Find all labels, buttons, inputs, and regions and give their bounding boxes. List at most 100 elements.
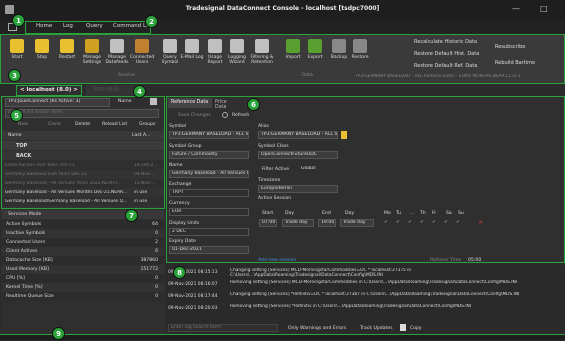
table-row[interactable]: Germany Baseload EUA Years Dec-21 04-Nov-…: [2, 170, 164, 179]
expiry-field[interactable]: 01-Dec-2021: [169, 246, 249, 254]
day-checkbox[interactable]: ✓: [408, 220, 412, 225]
stats-value: 6: [155, 249, 158, 254]
resubscribe-button[interactable]: Resubscribe: [495, 44, 525, 50]
refresh-button[interactable]: Refresh: [232, 113, 249, 118]
log-search-input[interactable]: Enter log search term: [168, 324, 278, 332]
import-button[interactable]: Import: [281, 39, 305, 60]
name-label: Name: [169, 163, 183, 168]
rollover-field[interactable]: 05:00: [468, 258, 481, 263]
currency-select[interactable]: EUR: [169, 208, 249, 216]
recalc-button[interactable]: Recalculate Historic Data: [414, 39, 477, 45]
timezone-select[interactable]: Europe/Berlin: [258, 185, 338, 193]
day-checkbox[interactable]: ✓: [456, 220, 460, 225]
wizard-icon: [230, 39, 244, 53]
day-checkbox[interactable]: ✓: [384, 220, 388, 225]
units-select[interactable]: 2 DEC: [169, 228, 249, 236]
delete-button[interactable]: Delete: [75, 122, 90, 127]
table-row[interactable]: Germany Baseload/Germany Baseload - All …: [2, 197, 164, 206]
export-icon: [308, 39, 322, 53]
clone-button[interactable]: Clone: [48, 122, 61, 127]
gears-button[interactable]: Manage Settings: [80, 39, 104, 65]
restart-button[interactable]: Restart: [55, 39, 79, 60]
session-cell[interactable]: 07:00: [259, 219, 277, 227]
stop-button[interactable]: Stop: [30, 39, 54, 60]
track-updates-checkbox[interactable]: Track Updates: [360, 326, 393, 331]
title-bar: Tradesignal DataConnect Console - localh…: [0, 0, 565, 20]
symbol-label: Symbol: [169, 124, 187, 129]
gears-icon: [85, 39, 99, 53]
start-button[interactable]: Start: [5, 39, 29, 60]
group-back[interactable]: BACK: [2, 151, 164, 160]
symbol-field[interactable]: TP3:GERMANY BASELOAD - ALL VER: [169, 131, 249, 139]
source-select[interactable]: TP3:JouleConnect [Ks Active: 3]: [5, 98, 110, 107]
users-icon: [135, 39, 149, 53]
filter-scope-select[interactable]: Global: [298, 165, 338, 173]
table-row[interactable]: Germany Baseload - All Versues Years 202…: [2, 179, 164, 188]
day-checkbox[interactable]: ✓: [432, 220, 436, 225]
filter-active-checkbox[interactable]: Filter Active: [262, 167, 289, 172]
stats-label: Used Memory [KB]: [6, 267, 49, 272]
save-changes-button[interactable]: Save Changes: [178, 113, 211, 118]
tab-price-data[interactable]: Price Data: [212, 98, 242, 110]
symbol-search-input[interactable]: Symbol list search term: [5, 109, 159, 118]
users-button[interactable]: Connected Users: [130, 39, 154, 65]
row-last-access: in use: [134, 190, 148, 195]
session-cell[interactable]: Trade day: [282, 219, 314, 227]
stats-row: Realtime Queue Size 0: [2, 292, 164, 301]
ribbon-button-label: Manage Settings: [82, 55, 102, 65]
report-button[interactable]: Usage Report: [203, 39, 227, 65]
stats-row: Used Memory [KB] 151772: [2, 265, 164, 274]
wizard-button[interactable]: Logging Wizard: [225, 39, 249, 65]
alias-field[interactable]: TP3:GERMANY BASELOAD - ALL VER: [258, 131, 338, 139]
ribbon-button-label: Restart: [58, 55, 76, 60]
minimize-button[interactable]: —: [512, 4, 520, 13]
stats-value: 0: [155, 231, 158, 236]
col-name[interactable]: Name: [8, 133, 22, 138]
units-label: Display Units: [169, 221, 200, 226]
tab-reference-data[interactable]: Reference Data: [168, 98, 212, 108]
settings-icon[interactable]: [150, 98, 157, 105]
table-row[interactable]: EUAA Auction EUA Years Oct-21 18-Oct-2...: [2, 161, 164, 170]
copy-icon[interactable]: [400, 324, 406, 331]
restore-hist-button[interactable]: Restore Default Hist. Data: [414, 51, 479, 57]
datafeeds-button[interactable]: Manage Datafeeds: [105, 39, 129, 65]
group-back-label: BACK: [16, 153, 32, 159]
day-checkbox[interactable]: ✓: [420, 220, 424, 225]
timezone-label: Timezone: [258, 178, 281, 183]
add-session-link[interactable]: Add new session: [258, 258, 296, 263]
col-last[interactable]: Last A...: [132, 133, 150, 138]
class-field[interactable]: OpenConnectFutureUDC: [258, 151, 338, 159]
name-field[interactable]: Germany Baseload - All Versues Mor: [169, 170, 249, 178]
new-button[interactable]: New: [18, 122, 28, 127]
rebuild-bartime-button[interactable]: Rebuild Bartime: [495, 60, 535, 66]
export-button[interactable]: Export: [303, 39, 327, 60]
day-checkbox[interactable]: ✓: [396, 220, 400, 225]
stats-label: CPU [%]: [6, 276, 25, 281]
search-button[interactable]: Query Symbol: [158, 39, 182, 65]
group-top[interactable]: TOP: [2, 141, 164, 150]
groups-checkbox[interactable]: Groups: [139, 122, 155, 127]
refresh-icon[interactable]: [222, 112, 228, 118]
tab-localhost[interactable]: < localhost (8.0) >: [16, 85, 82, 96]
day-checkbox[interactable]: ✓: [444, 220, 448, 225]
badge-8: 8: [173, 266, 186, 279]
filter-button[interactable]: Filtering & Retention: [250, 39, 274, 65]
reload-list-button[interactable]: Reload List: [102, 122, 127, 127]
exchange-select[interactable]: TRPT: [169, 189, 249, 197]
session-cell[interactable]: Trade day: [340, 219, 374, 227]
session-cell[interactable]: 19:00: [318, 219, 336, 227]
ribbon-button-label: E-Mail Log: [180, 55, 204, 60]
table-row[interactable]: Germany Baseload - All Versues Months De…: [2, 188, 164, 197]
delete-session-icon[interactable]: ×: [478, 219, 483, 226]
mail-button[interactable]: E-Mail Log: [180, 39, 204, 60]
copy-button[interactable]: Copy: [410, 326, 422, 331]
restore-ref-button[interactable]: Restore Default Ref. Data: [414, 63, 477, 69]
group-field[interactable]: Future / Commodity: [169, 151, 249, 159]
alias-edit-icon[interactable]: [341, 131, 347, 139]
maximize-button[interactable]: □: [540, 4, 548, 13]
row-last-access: 15-Nov-...: [134, 181, 156, 186]
only-warnings-checkbox[interactable]: Only Warnings and Errors: [288, 326, 346, 331]
stats-row: Active Symbols 64: [2, 220, 164, 229]
name-sort-select[interactable]: Name: [118, 99, 132, 104]
restore-button[interactable]: Restore: [348, 39, 372, 60]
